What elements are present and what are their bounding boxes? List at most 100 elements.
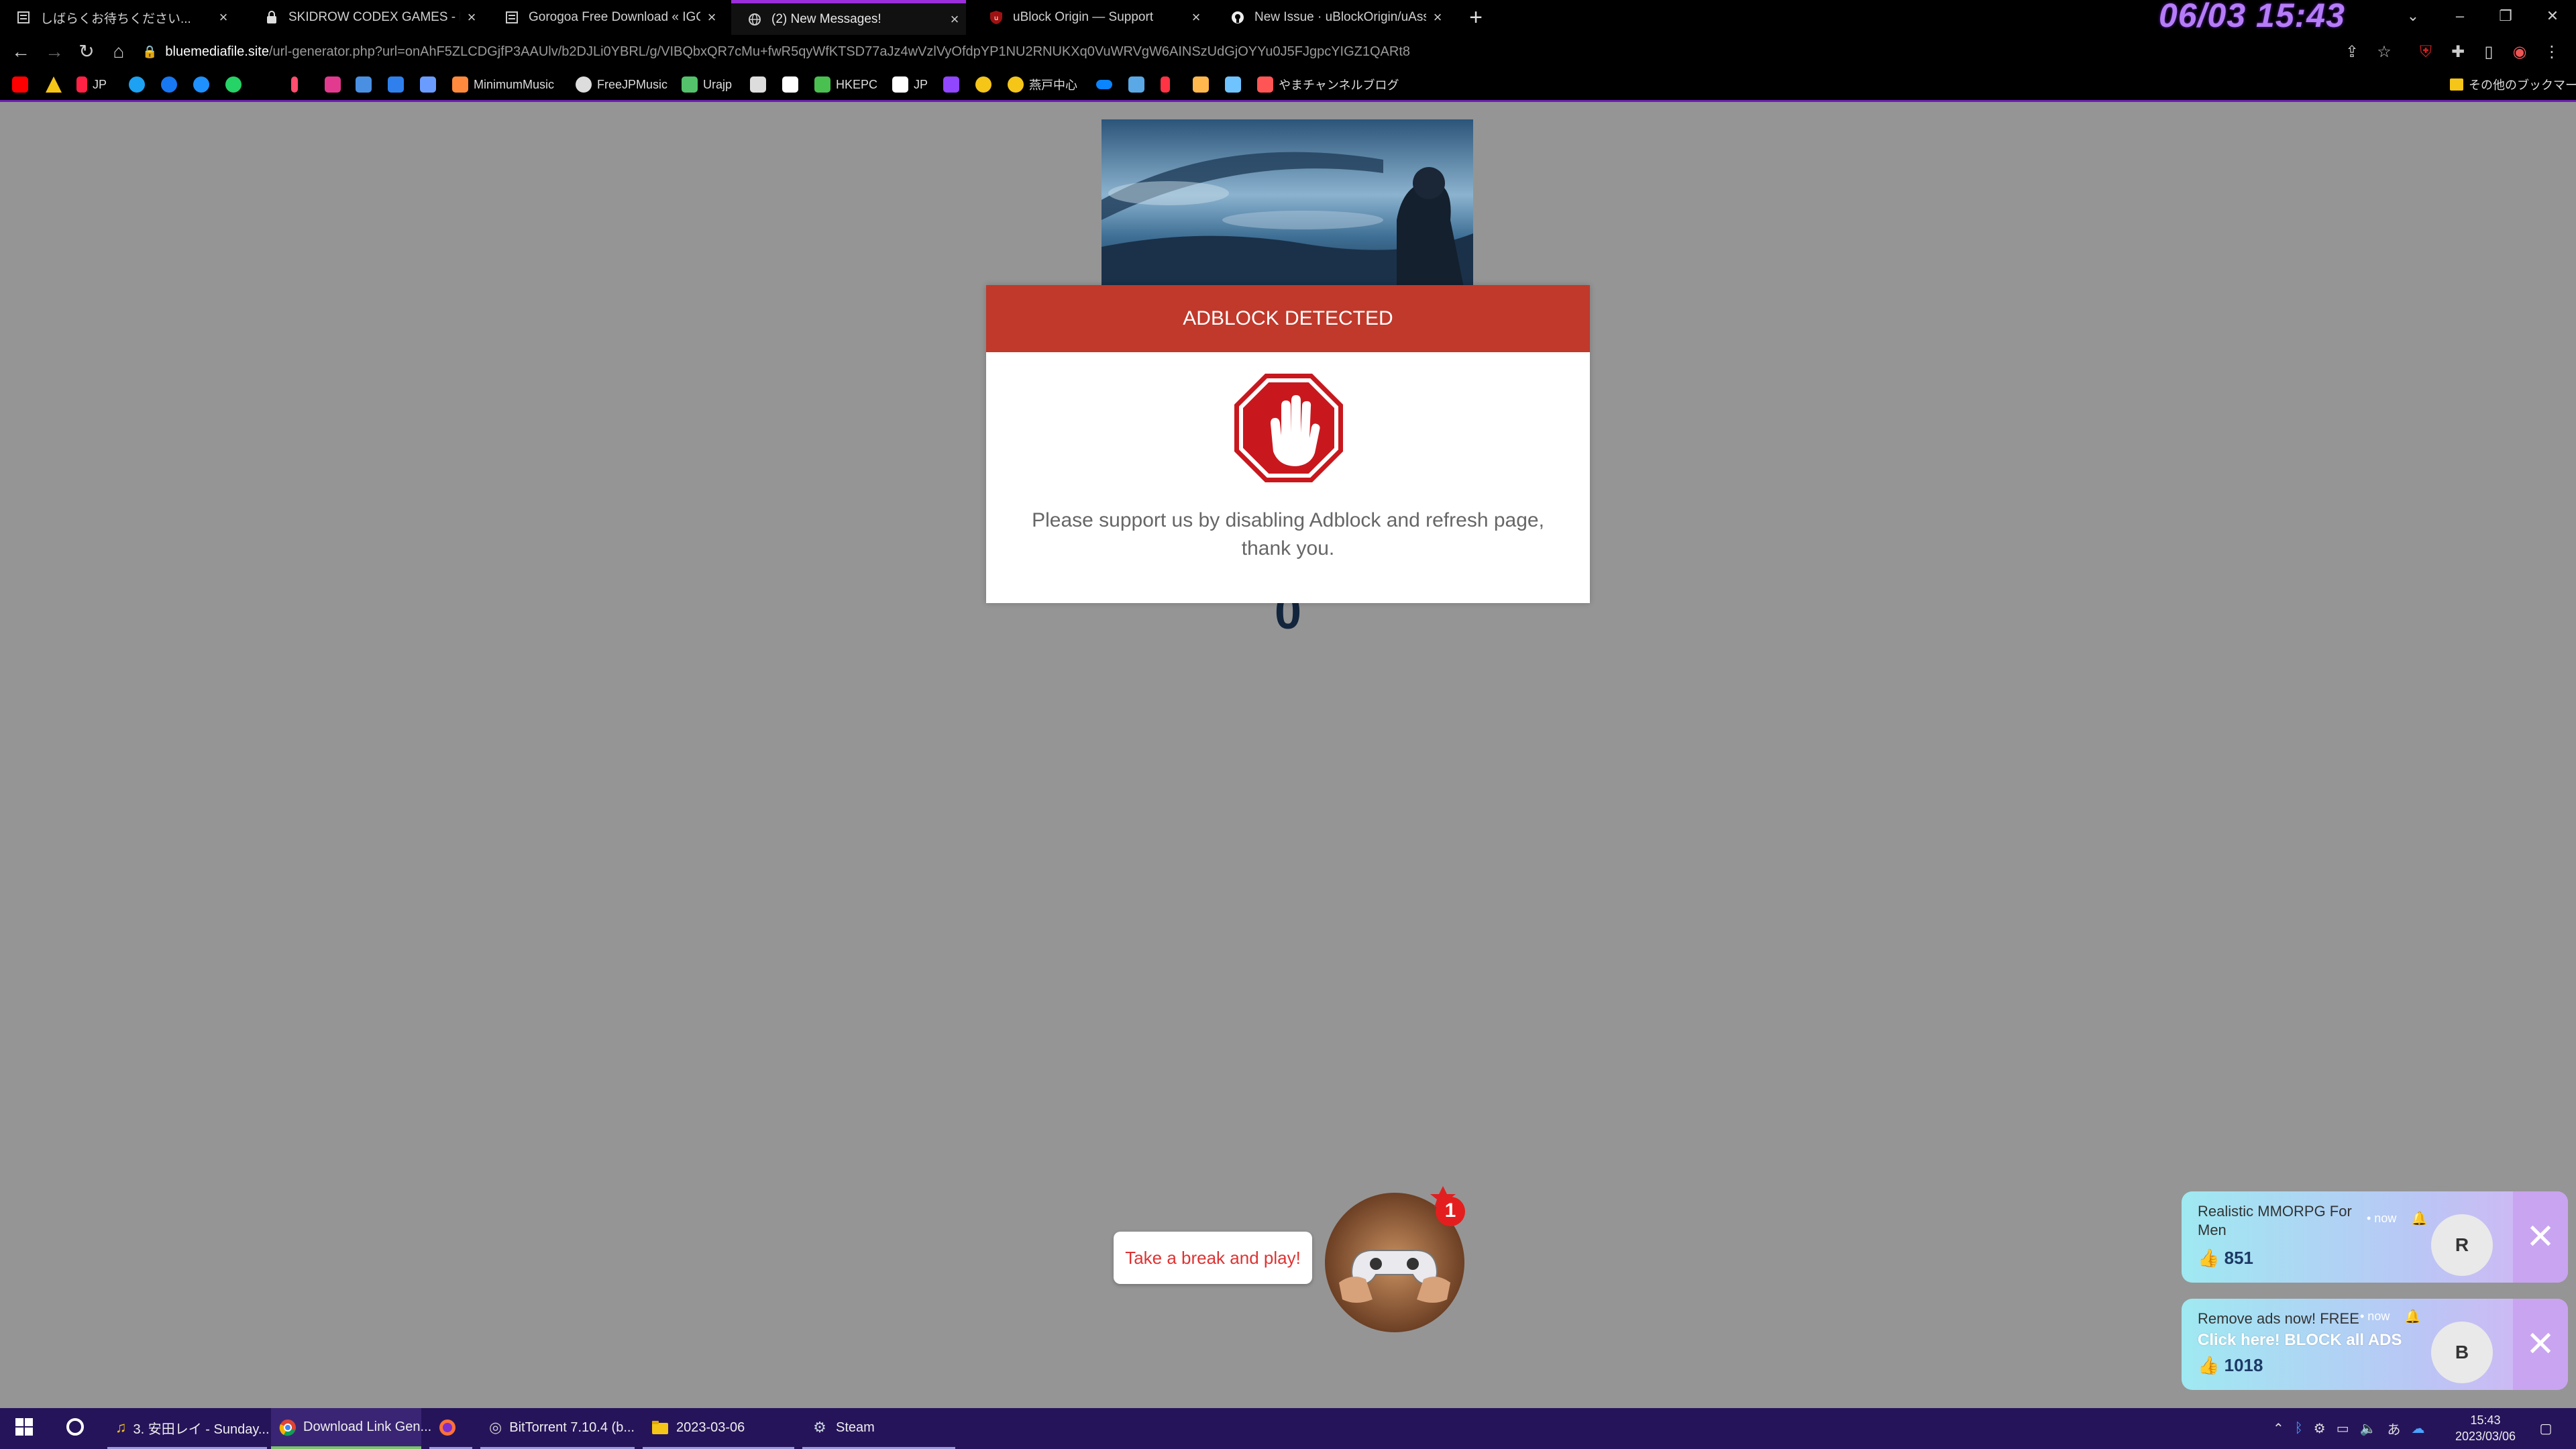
cortana-button[interactable] (59, 1408, 91, 1449)
bookmark-item[interactable] (129, 75, 150, 94)
bluetooth-icon[interactable]: ᛒ (2295, 1421, 2303, 1436)
close-window-button[interactable]: ✕ (2529, 0, 2576, 35)
close-tab-icon[interactable]: × (1185, 9, 1208, 26)
network-icon[interactable]: ▭ (2337, 1420, 2349, 1437)
notification-card[interactable]: Realistic MMORPG For Men • now 🔔 👍 851 R… (2182, 1191, 2568, 1283)
taskbar-item[interactable]: ⚙ Steam (802, 1408, 955, 1449)
reload-button[interactable]: ↻ (75, 40, 98, 63)
notification-avatar: B (2431, 1322, 2493, 1383)
tab-active[interactable]: (2) New Messages! × (731, 0, 966, 35)
ime-indicator[interactable]: あ (2387, 1419, 2401, 1438)
bookmark-item[interactable]: Urajp (682, 75, 732, 94)
bookmark-item[interactable]: JP (76, 75, 107, 94)
tab[interactable]: SKIDROW CODEX GAMES - Dow × (248, 0, 483, 35)
bookmark-icon (291, 76, 298, 93)
home-button[interactable]: ⌂ (107, 40, 130, 63)
bookmark-icon (1225, 76, 1241, 93)
bookmark-item[interactable] (291, 75, 303, 94)
notification-card[interactable]: Remove ads now! FREE • now 🔔 Click here!… (2182, 1299, 2568, 1390)
close-icon[interactable]: ✕ (2513, 1299, 2568, 1390)
close-tab-icon[interactable]: × (212, 9, 235, 26)
side-panel-icon[interactable]: ▯ (2479, 43, 2498, 62)
tab[interactable]: しばらくお待ちください... × (0, 0, 235, 35)
bookmark-item[interactable]: JP (892, 75, 928, 94)
bookmark-label: Urajp (703, 77, 733, 91)
bookmark-item[interactable] (782, 75, 804, 94)
bookmark-item[interactable] (943, 75, 965, 94)
bookmark-item[interactable] (225, 75, 247, 94)
tab[interactable]: New Issue · uBlockOrigin/uAssets × (1214, 0, 1449, 35)
share-icon[interactable]: ⇪ (2343, 43, 2361, 62)
play-prompt-bubble[interactable]: Take a break and play! (1114, 1232, 1312, 1284)
bookmark-item[interactable]: 燕戸中心 (1008, 75, 1077, 94)
tab[interactable]: Gorogoa Free Download « IGGG × (488, 0, 723, 35)
bookmark-item[interactable] (750, 75, 771, 94)
clock-time: 15:43 (2470, 1413, 2501, 1427)
other-bookmarks[interactable]: その他のブックマーク (2450, 75, 2576, 94)
tab[interactable]: u uBlock Origin — Support × (973, 0, 1208, 35)
close-tab-icon[interactable]: × (1426, 9, 1449, 26)
bookmark-item[interactable] (356, 75, 377, 94)
bookmark-item[interactable] (1128, 75, 1150, 94)
bookmark-item[interactable] (12, 75, 34, 94)
bookmark-item[interactable]: MinimumMusic (452, 75, 554, 94)
address-bar[interactable]: 🔒 bluemediafile.site/url-generator.php?u… (142, 39, 2356, 64)
page-icon (16, 10, 31, 25)
adblock-modal: ADBLOCK DETECTED Please support us by di… (986, 285, 1590, 603)
bookmark-item[interactable] (161, 75, 182, 94)
bookmark-item[interactable] (325, 75, 346, 94)
close-tab-icon[interactable]: × (943, 11, 966, 28)
close-tab-icon[interactable]: × (700, 9, 723, 26)
forward-button[interactable]: → (43, 40, 66, 63)
action-center-button[interactable]: ▢ (2529, 1408, 2563, 1449)
bookmark-item[interactable] (388, 75, 409, 94)
close-tab-icon[interactable]: × (460, 9, 483, 26)
bell-icon: 🔔 (2404, 1309, 2421, 1324)
chevron-up-icon[interactable]: ⌃ (2273, 1420, 2284, 1437)
taskbar-clock[interactable]: 15:43 2023/03/06 (2442, 1412, 2529, 1444)
bookmark-item[interactable]: HKEPC (814, 75, 877, 94)
back-button[interactable]: ← (9, 40, 32, 63)
twitch-icon (943, 76, 959, 93)
bookmark-item[interactable] (1161, 75, 1175, 94)
taskbar-item[interactable]: ◎ BitTorrent 7.10.4 (b... (480, 1408, 635, 1449)
onedrive-icon[interactable]: ☁ (2412, 1420, 2425, 1437)
bookmark-item[interactable] (193, 75, 215, 94)
volume-icon[interactable]: 🔈 (2360, 1420, 2377, 1437)
bookmark-label: やまチャンネルブログ (1279, 78, 1399, 92)
bookmark-item[interactable] (46, 75, 67, 94)
ublock-extension-icon[interactable]: ⛨ (2416, 43, 2435, 62)
bookmark-item[interactable] (420, 75, 441, 94)
bookmark-item[interactable]: やまチャンネルブログ (1257, 75, 1399, 94)
minimize-button[interactable]: – (2436, 0, 2483, 35)
thumbs-up-icon: 👍 (2198, 1248, 2220, 1268)
bookmark-item[interactable] (1096, 75, 1118, 94)
bookmark-icon (1257, 76, 1273, 93)
tab-title: uBlock Origin — Support (1013, 10, 1154, 24)
restore-button[interactable]: ❐ (2482, 0, 2529, 35)
start-button[interactable] (9, 1408, 39, 1449)
tab-search-icon[interactable]: ⌄ (2390, 0, 2436, 35)
bookmark-icon (76, 76, 87, 93)
profile-icon[interactable]: ◉ (2510, 43, 2529, 62)
close-icon[interactable]: ✕ (2513, 1191, 2568, 1283)
bookmark-icon (682, 76, 698, 93)
onedrive-icon (1096, 80, 1112, 89)
taskbar-item[interactable]: 2023-03-06 (643, 1408, 794, 1449)
new-tab-button[interactable]: + (1462, 4, 1489, 31)
bookmark-item[interactable] (975, 75, 997, 94)
other-bookmarks-label: その他のブックマーク (2469, 78, 2576, 92)
taskbar-item-label: Steam (836, 1419, 875, 1435)
bookmark-item[interactable] (1193, 75, 1214, 94)
menu-icon[interactable]: ⋮ (2542, 43, 2561, 62)
bookmark-star-icon[interactable]: ☆ (2375, 43, 2394, 62)
game-widget-button[interactable]: 1 (1319, 1182, 1470, 1334)
taskbar-item-active[interactable]: Download Link Gen... (271, 1408, 431, 1449)
bookmark-item[interactable]: FreeJPMusic (576, 75, 667, 94)
system-tray: ⌃ ᛒ ⚙ ▭ 🔈 あ ☁ (2267, 1408, 2430, 1449)
steam-tray-icon[interactable]: ⚙ (2314, 1420, 2326, 1437)
taskbar-item[interactable] (429, 1408, 472, 1449)
extensions-icon[interactable]: ✚ (2449, 43, 2467, 62)
taskbar-item[interactable]: ♫ 3. 安田レイ - Sunday... (107, 1408, 270, 1449)
bookmark-item[interactable] (1225, 75, 1246, 94)
